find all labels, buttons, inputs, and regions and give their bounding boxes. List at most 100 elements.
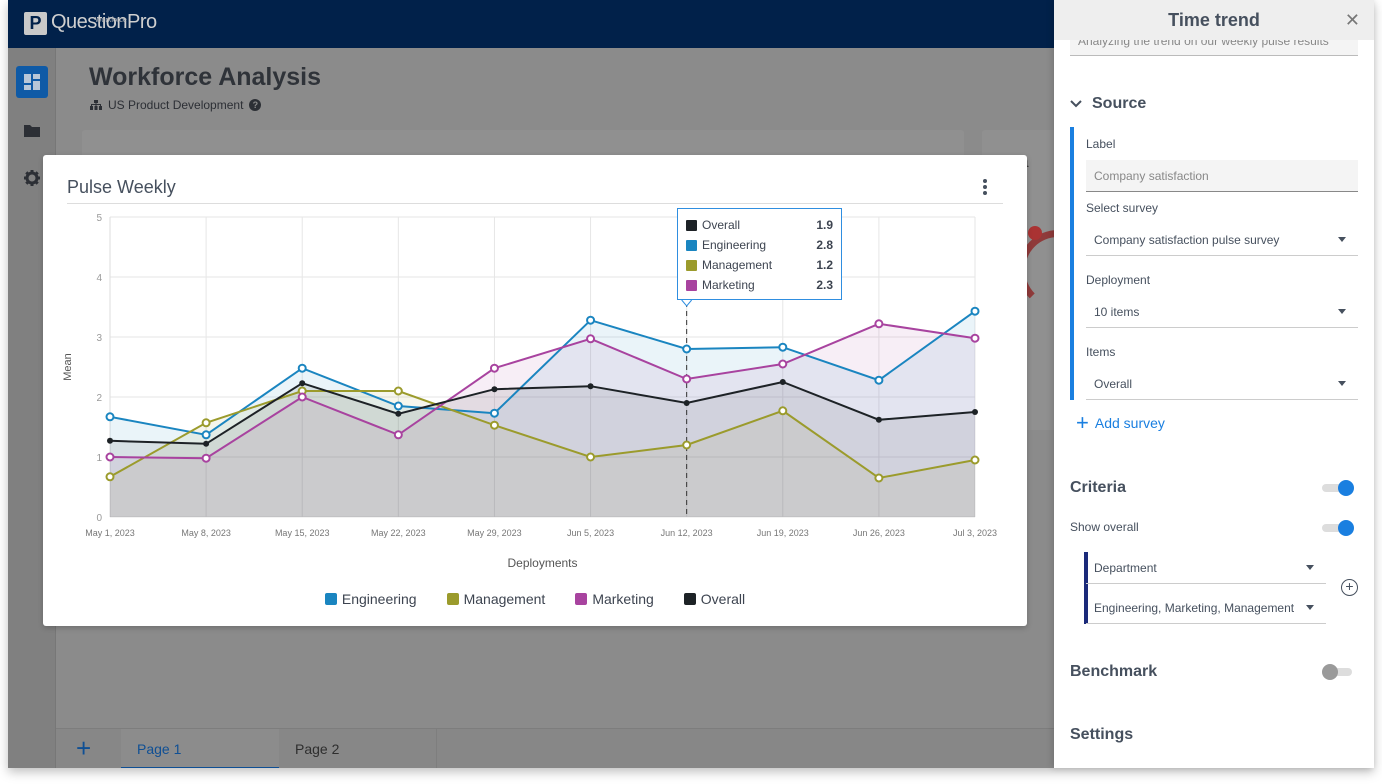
data-point: [489, 420, 499, 430]
data-point: [874, 375, 884, 385]
tooltip-name: Marketing: [702, 278, 755, 292]
data-point: [586, 452, 596, 462]
legend-item-management[interactable]: Management: [446, 591, 546, 607]
criteria-field-value: Department: [1094, 561, 1157, 575]
data-point: [970, 333, 980, 343]
legend-item-marketing[interactable]: Marketing: [575, 591, 654, 607]
swatch: [686, 239, 697, 251]
tooltip-value: 2.3: [816, 278, 833, 292]
data-point: [393, 401, 403, 411]
deployment-caption: Deployment: [1086, 273, 1151, 287]
tooltip-value: 2.8: [816, 238, 833, 252]
tab-page-2[interactable]: Page 2: [279, 729, 437, 768]
x-tick-label: May 8, 2023: [181, 528, 231, 538]
items-value: Overall: [1094, 377, 1133, 391]
x-tick-label: May 15, 2023: [275, 528, 330, 538]
legend-label: Marketing: [592, 591, 654, 607]
data-point: [779, 379, 786, 385]
sidebar-item-dashboard[interactable]: [16, 66, 48, 98]
add-page-button[interactable]: +: [76, 735, 91, 761]
deployment-value: 10 items: [1094, 305, 1140, 319]
legend-label: Management: [463, 591, 546, 607]
show-overall-label: Show overall: [1070, 520, 1139, 534]
tab-page-1[interactable]: Page 1: [121, 729, 279, 768]
x-tick-label: Jun 19, 2023: [757, 528, 809, 538]
criteria-field-select[interactable]: Department: [1086, 552, 1326, 584]
caret-down-icon: [1306, 565, 1314, 570]
label-input[interactable]: Company satisfaction: [1086, 160, 1358, 192]
survey-select[interactable]: Company satisfaction pulse survey: [1086, 224, 1358, 256]
tooltip-name: Engineering: [702, 238, 767, 252]
tooltip-value: 1.2: [816, 258, 833, 272]
tooltip-row: Marketing 2.3: [686, 275, 833, 295]
data-point: [201, 453, 211, 463]
line-chart: 0 1 2 3 4 5 May 1, 2023 May 8, 2023 May 15, 2023…: [62, 213, 997, 570]
data-point: [107, 437, 113, 444]
chart-tooltip: Overall 1.9 Engineering 2.8 Management 1.2 …: [677, 208, 842, 300]
data-point: [970, 306, 980, 316]
logo-subtext: Workforce: [95, 17, 127, 24]
items-select[interactable]: Overall: [1086, 368, 1358, 400]
chart-legend: Engineering Management Marketing Overall: [43, 591, 1027, 607]
survey-caption: Select survey: [1086, 201, 1159, 215]
sidebar-item-folder[interactable]: [16, 114, 48, 146]
tooltip-name: Overall: [702, 218, 741, 232]
criteria-toggle[interactable]: [1322, 479, 1354, 497]
swatch: [575, 593, 588, 605]
criteria-values-select[interactable]: Engineering, Marketing, Management: [1086, 592, 1326, 624]
legend-item-engineering[interactable]: Engineering: [324, 591, 417, 607]
settings-heading[interactable]: Settings: [1070, 726, 1133, 744]
add-criteria-icon[interactable]: +: [1341, 579, 1358, 596]
legend-label: Overall: [700, 591, 746, 607]
data-point: [586, 334, 596, 344]
tooltip-name: Management: [702, 258, 773, 272]
caret-down-icon: [1338, 237, 1346, 242]
benchmark-toggle[interactable]: [1322, 663, 1354, 681]
org-chart-icon: [90, 100, 102, 110]
data-point: [682, 440, 692, 450]
data-point: [489, 408, 499, 418]
swatch: [686, 259, 697, 271]
criteria-heading: Criteria: [1070, 479, 1127, 496]
close-icon[interactable]: ✕: [1345, 11, 1360, 29]
data-point: [297, 363, 307, 373]
data-point: [682, 344, 692, 354]
data-point: [297, 392, 307, 402]
deployment-select[interactable]: 10 items: [1086, 296, 1358, 328]
swatch: [686, 279, 697, 291]
x-tick-label: May 22, 2023: [371, 528, 426, 538]
y-tick-label: 0: [96, 513, 102, 524]
logo[interactable]: P QuestionPro: [24, 12, 157, 35]
data-point: [201, 418, 211, 428]
data-point: [587, 383, 594, 390]
y-tick-label: 3: [96, 333, 102, 344]
data-point: [201, 430, 211, 440]
benchmark-heading: Benchmark: [1070, 663, 1158, 680]
source-heading: Source: [1092, 95, 1147, 112]
data-point: [105, 412, 115, 422]
add-survey-button[interactable]: + Add survey: [1076, 412, 1165, 434]
page-subtitle: US Product Development ?: [90, 98, 262, 112]
caret-down-icon: [1338, 309, 1346, 314]
dashboard-icon: [24, 74, 40, 90]
legend-item-overall[interactable]: Overall: [683, 591, 746, 607]
y-tick-label: 2: [96, 393, 102, 404]
caret-down-icon: [1306, 605, 1314, 610]
description-textarea[interactable]: Analyzing the trend on our weekly pulse …: [1070, 40, 1358, 56]
y-axis-label: Mean: [62, 353, 74, 381]
show-overall-toggle[interactable]: [1322, 519, 1354, 537]
y-tick-label: 1: [96, 453, 102, 464]
swatch: [324, 593, 337, 605]
top-bar: P QuestionPro Workforce: [8, 0, 1054, 48]
data-point: [875, 416, 882, 423]
x-axis-label: Deployments: [507, 556, 577, 570]
y-tick-label: 5: [96, 213, 102, 224]
y-tick-label: 4: [96, 273, 102, 284]
source-section-toggle[interactable]: Source: [1070, 95, 1146, 113]
tooltip-row: Engineering 2.8: [686, 235, 833, 255]
data-point: [972, 409, 978, 415]
x-tick-label: Jun 26, 2023: [853, 528, 905, 538]
x-tick-label: May 1, 2023: [85, 528, 135, 538]
help-icon[interactable]: ?: [249, 99, 262, 111]
data-point: [489, 363, 499, 373]
